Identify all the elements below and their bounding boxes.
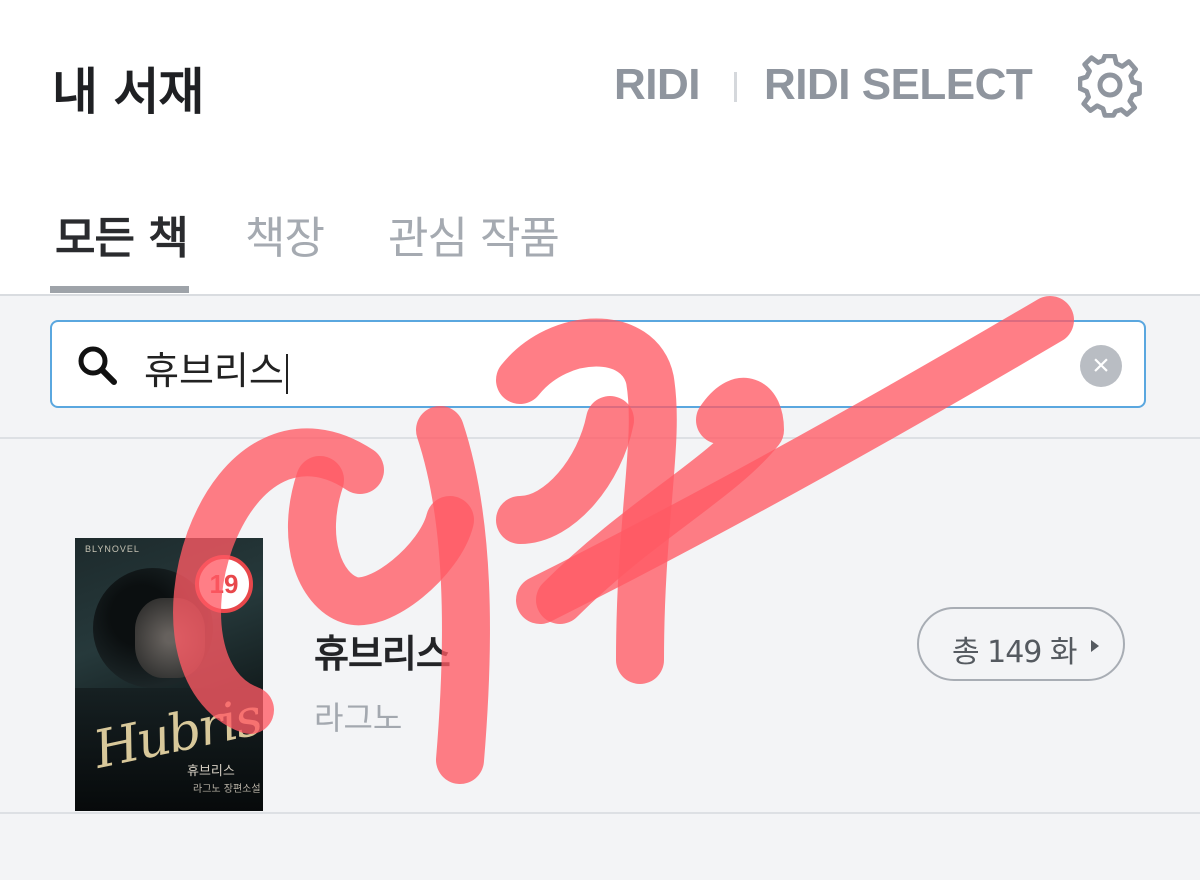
book-author: 라그노 (314, 699, 403, 737)
brand-divider (734, 72, 737, 102)
cover-art-face (135, 598, 205, 678)
search-query-text: 휴브리스 (144, 349, 284, 393)
list-item[interactable]: BLYNOVEL Hubris 휴브리스 라그노 장편소설 19 휴브리스 라그… (0, 439, 1200, 812)
book-title[interactable]: 휴브리스 (314, 623, 451, 678)
text-caret (285, 353, 288, 394)
chevron-right-icon (1091, 640, 1099, 652)
row-divider (0, 812, 1200, 814)
cover-title-korean: 휴브리스 (187, 764, 235, 779)
episodes-count: 총 149 화 (952, 635, 1078, 670)
cover-publisher: BLYNOVEL (85, 544, 140, 554)
results-list: BLYNOVEL Hubris 휴브리스 라그노 장편소설 19 휴브리스 라그… (0, 439, 1200, 880)
search-band: 휴브리스 × (0, 296, 1200, 437)
search-query[interactable]: 휴브리스 (144, 340, 288, 395)
app-header: 내 서재 RIDI RIDI SELECT (0, 0, 1200, 170)
tab-bookshelf[interactable]: 책장 (245, 202, 325, 266)
gear-icon[interactable] (1078, 54, 1144, 120)
ridi-select-link[interactable]: RIDI SELECT (764, 60, 1033, 110)
clear-icon[interactable]: × (1080, 345, 1122, 387)
tab-bar: 모든 책 책장 관심 작품 (0, 170, 1200, 296)
active-tab-indicator (50, 286, 189, 293)
tab-all-books[interactable]: 모든 책 (55, 202, 189, 266)
search-icon (78, 346, 117, 385)
search-input[interactable]: 휴브리스 × (50, 320, 1146, 408)
page-title: 내 서재 (52, 63, 204, 121)
tab-liked-works[interactable]: 관심 작품 (388, 202, 560, 266)
ridi-link[interactable]: RIDI (614, 60, 701, 110)
episodes-button[interactable]: 총 149 화 (917, 607, 1125, 681)
age-rating-badge: 19 (195, 555, 253, 613)
cover-author: 라그노 장편소설 (193, 784, 261, 795)
